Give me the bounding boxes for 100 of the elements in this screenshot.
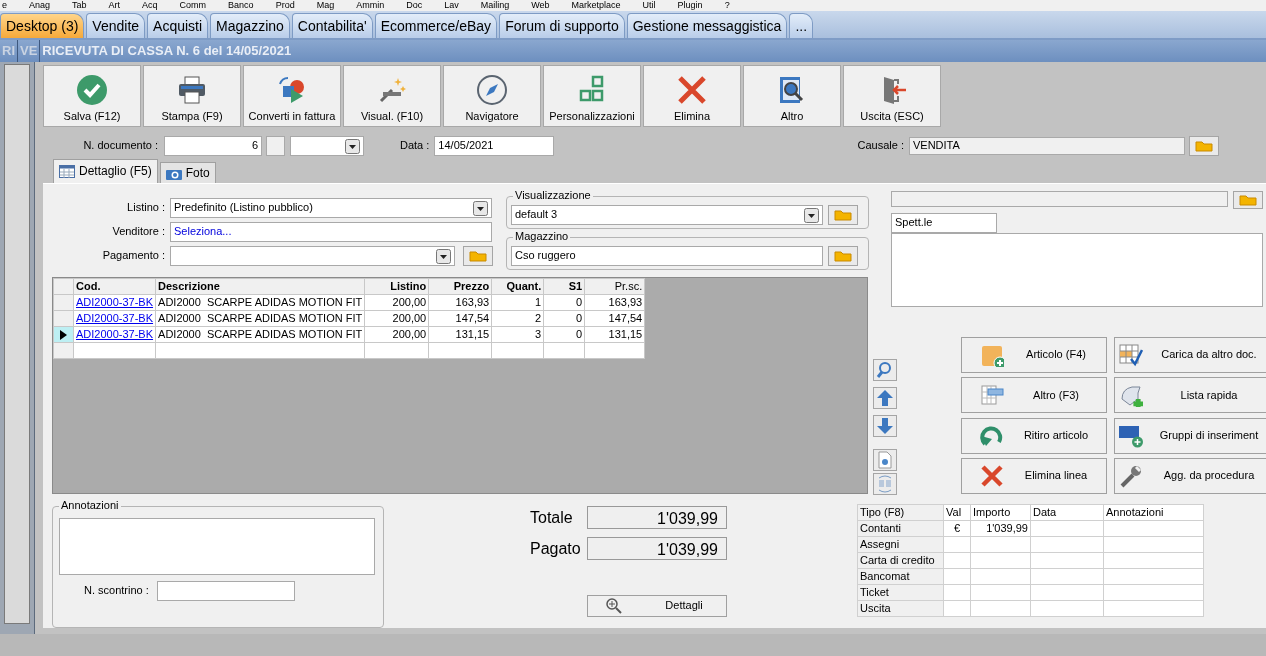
menu-item[interactable]: Comm (179, 0, 207, 11)
table-cell: 163,93 (428, 294, 492, 311)
browse-button[interactable] (463, 246, 493, 266)
app-tab[interactable]: Gestione messaggistica (626, 13, 788, 38)
toolbar-button[interactable]: Altro (743, 65, 841, 127)
field-label: N. scontrino : (84, 584, 149, 598)
menu-item[interactable]: Acq (142, 0, 158, 11)
app-tab[interactable]: Ecommerce/eBay (374, 13, 498, 38)
toolbar-button[interactable]: Salva (F12) (43, 65, 141, 127)
table-cell: ADI2000 SCARPE ADIDAS MOTION FIT (155, 310, 365, 327)
app-tab[interactable]: ... (789, 13, 814, 38)
warehouse-field[interactable]: Cso ruggero (511, 246, 823, 266)
menu-item[interactable]: Banco (228, 0, 254, 11)
menu-item[interactable]: Tab (72, 0, 87, 11)
bar-add-icon (1119, 423, 1143, 448)
field-label: Data : (400, 139, 430, 153)
menu-item[interactable]: Lav (444, 0, 459, 11)
payment-dropdown[interactable] (170, 246, 455, 266)
document-number-field[interactable]: 6 (164, 136, 262, 156)
app-tab[interactable]: Contabilita' (291, 13, 373, 38)
column-header: Listino (364, 278, 429, 295)
action-button[interactable]: Agg. da procedura (1114, 457, 1266, 494)
column-header: Val (943, 504, 971, 521)
app-tab[interactable]: Magazzino (210, 13, 290, 38)
field-label: N. documento : (82, 139, 158, 153)
browse-button[interactable] (828, 205, 858, 225)
app-tab[interactable]: Forum di supporto (499, 13, 625, 38)
causale-field[interactable]: VENDITA (909, 137, 1185, 155)
address-field[interactable] (891, 233, 1263, 307)
receipt-number-field[interactable] (156, 581, 295, 601)
action-button[interactable]: Carica da altro doc. (1114, 337, 1266, 373)
menu-item[interactable]: Mailing (480, 0, 510, 11)
customer-field[interactable] (891, 191, 1228, 207)
column-header: Importo (970, 504, 1031, 521)
item-code-link[interactable]: ADI2000-37-BK (73, 310, 156, 327)
window-title: RICEVUTA DI CASSA N. 6 del 14/05/2021 (41, 43, 292, 59)
notes-field[interactable] (59, 518, 375, 575)
toolbar-button[interactable]: Personalizzazioni (543, 65, 641, 127)
series-dropdown[interactable] (290, 136, 364, 156)
toolbar-button[interactable]: Stampa (F9) (143, 65, 241, 127)
table-cell: 0 (543, 294, 585, 311)
printer-icon (176, 73, 208, 106)
menu-item[interactable]: ? (724, 0, 730, 11)
wrench-icon (1119, 463, 1143, 488)
column-header: Descrizione (155, 278, 365, 295)
action-button[interactable]: Elimina linea (961, 457, 1107, 494)
column-header: Data (1030, 504, 1104, 521)
action-button[interactable]: Lista rapida (1114, 377, 1266, 414)
column-header: Tipo (F8) (857, 504, 944, 521)
app-tab[interactable]: Vendite (86, 13, 146, 38)
search-button[interactable] (873, 359, 897, 381)
arrow-up-icon (876, 389, 894, 407)
action-button[interactable]: Gruppi di inseriment (1114, 417, 1266, 454)
detail-tab[interactable]: Dettaglio (F5) (53, 159, 158, 183)
folder-icon (834, 209, 852, 221)
details-button[interactable]: Dettagli (587, 595, 727, 617)
menu-item[interactable]: Art (108, 0, 121, 11)
item-code-link[interactable]: ADI2000-37-BK (73, 294, 156, 311)
column-header: Prezzo (428, 278, 492, 295)
undo-arrow-icon (980, 423, 1004, 448)
move-up-button[interactable] (873, 387, 897, 409)
move-down-button[interactable] (873, 415, 897, 437)
suffix-field[interactable] (266, 136, 285, 156)
document-button[interactable] (873, 449, 897, 471)
box-add-icon (980, 343, 1004, 367)
action-button[interactable]: Altro (F3) (961, 377, 1107, 414)
salutation-field[interactable]: Spett.le (891, 213, 997, 233)
action-button[interactable]: Ritiro articolo (961, 417, 1107, 454)
app-tab[interactable]: Acquisti (147, 13, 209, 38)
browse-button[interactable] (828, 246, 858, 266)
date-field[interactable]: 14/05/2021 (434, 136, 555, 156)
menu-item[interactable]: Anag (29, 0, 51, 11)
menu-item[interactable]: Ammin (356, 0, 385, 11)
menu-item[interactable]: Mag (316, 0, 335, 11)
toolbar-button[interactable]: Elimina (643, 65, 741, 127)
toolbar-button[interactable]: Visual. (F10) (343, 65, 441, 127)
menu-item[interactable]: Util (642, 0, 656, 11)
detail-tab[interactable]: Foto (159, 162, 216, 183)
menu-item[interactable]: Web (531, 0, 550, 11)
price-list-dropdown[interactable]: Predefinito (Listino pubblico) (170, 198, 492, 218)
item-code-link[interactable]: ADI2000-37-BK (73, 326, 156, 343)
view-dropdown[interactable]: default 3 (511, 205, 823, 225)
toolbar-button[interactable]: Uscita (ESC) (843, 65, 941, 127)
menu-item[interactable]: Marketplace (571, 0, 621, 11)
menu-item[interactable]: Plugin (677, 0, 703, 11)
table-cell: 200,00 (364, 310, 429, 327)
table-icon (59, 165, 75, 178)
swap-button[interactable] (873, 473, 897, 495)
menu-item[interactable]: e (2, 0, 7, 11)
app-tab[interactable]: Desktop (3) (0, 13, 85, 38)
browse-button[interactable] (1189, 136, 1219, 156)
table-cell: 147,54 (584, 310, 645, 327)
toolbar-button[interactable]: Navigatore (443, 65, 541, 127)
seller-field[interactable]: Seleziona... (170, 222, 492, 242)
action-button[interactable]: Articolo (F4) (961, 337, 1107, 373)
scroll-add-icon (1119, 383, 1143, 408)
menu-item[interactable]: Doc (406, 0, 423, 11)
toolbar-button[interactable]: Converti in fattura (243, 65, 341, 127)
browse-button[interactable] (1233, 191, 1263, 209)
menu-item[interactable]: Prod (275, 0, 295, 11)
